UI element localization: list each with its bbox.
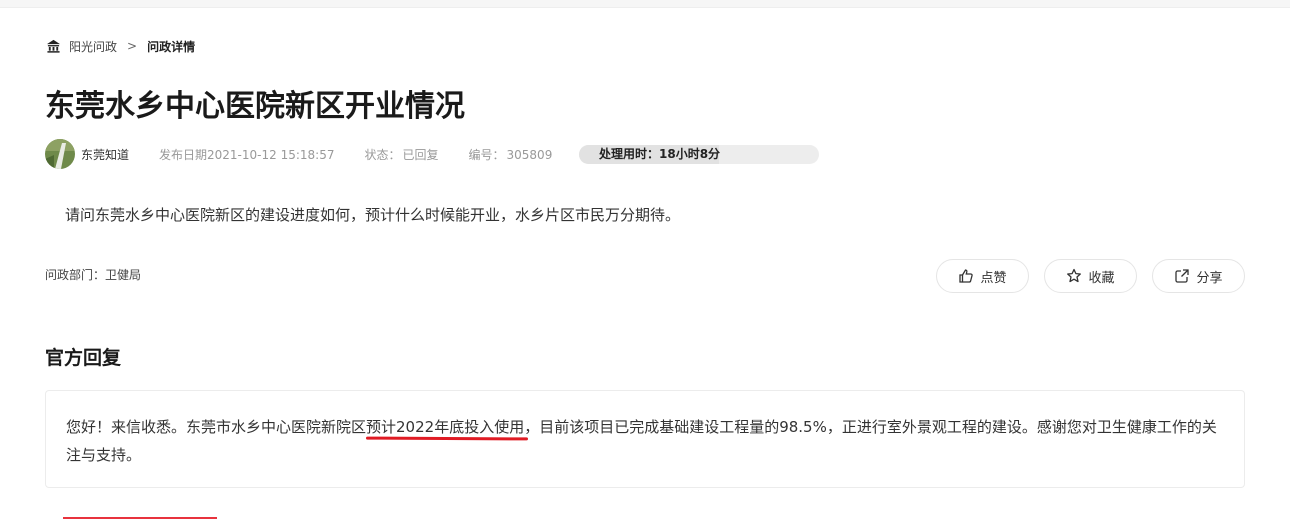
breadcrumb-current: 问政详情 [147,39,196,54]
number-label: 编号： [468,147,505,162]
share-icon [1175,269,1190,283]
page-title: 东莞水乡中心医院新区开业情况 [45,89,465,124]
processing-time-text: 处理用时：18小时8分 [599,147,721,161]
post-meta: 东莞知道 发布日期2021-10-12 15:18:57 状态： 已回复 编号： 3… [45,139,552,169]
breadcrumb-home-link[interactable]: 阳光问政 [69,38,117,55]
official-reply-box: 您好！来信收悉。东莞市水乡中心医院新院区预计2022年底投入使用，目前该项目已完… [45,390,1245,488]
star-icon [1067,268,1082,283]
favorite-button[interactable]: 收藏 [1044,259,1137,293]
processing-time-badge: 处理用时：18小时8分 [579,145,819,164]
like-label: 点赞 [980,269,1007,285]
official-reply-text: 您好！来信收悉。东莞市水乡中心医院新院区预计2022年底投入使用，目前该项目已完… [66,413,1226,469]
thumbs-up-icon [959,269,974,283]
home-icon[interactable] [46,39,61,53]
favorite-label: 收藏 [1088,269,1115,285]
author-name[interactable]: 东莞知道 [81,146,129,163]
status: 状态： 已回复 [364,146,438,163]
reply-text-highlight: 预计2022年底投入使用 [366,418,525,436]
share-label: 分享 [1196,269,1223,285]
avatar[interactable] [45,139,75,169]
status-label: 状态： [364,147,401,162]
status-value: 已回复 [402,147,439,162]
publish-date: 发布日期2021-10-12 15:18:57 [159,147,335,162]
official-reply-heading: 官方回复 [45,347,122,369]
post-number: 编号： 305809 [469,146,553,163]
question-text: 请问东莞水乡中心医院新区的建设进度如何，预计什么时候能开业，水乡片区市民万分期待… [65,206,681,224]
reply-text-start: 您好！来信收悉。东莞市水乡中心医院新院区 [66,418,367,436]
breadcrumb: 阳光问政 > 问政详情 [46,37,195,55]
top-bar [0,0,1290,8]
number-value: 305809 [506,147,553,162]
like-button[interactable]: 点赞 [936,259,1029,293]
breadcrumb-separator: > [127,39,138,53]
department: 问政部门：卫健局 [45,268,142,282]
share-button[interactable]: 分享 [1152,259,1245,293]
